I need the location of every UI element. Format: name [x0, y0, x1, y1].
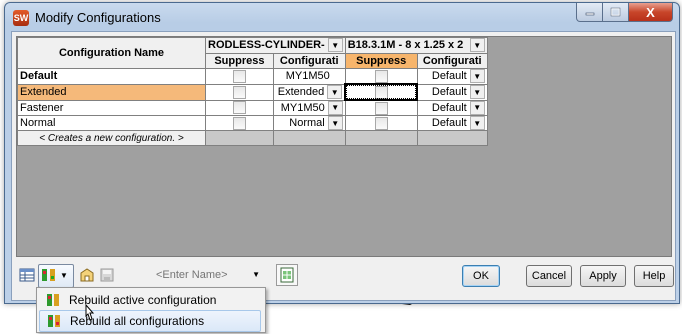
chevron-down-icon[interactable]: ▼	[327, 85, 343, 99]
config-name-cell[interactable]: Normal	[17, 115, 206, 131]
table-row[interactable]: Extended Extended ▼ Default ▼	[17, 83, 488, 101]
configuration-table: Configuration Name RODLESS-CYLINDER- ▼ B1…	[17, 37, 488, 146]
table-view-button[interactable]	[18, 266, 36, 284]
minimize-button[interactable]	[576, 3, 603, 22]
chevron-down-icon[interactable]: ▼	[327, 100, 343, 115]
empty-cell	[272, 130, 346, 146]
table-row-new[interactable]: < Creates a new configuration. >	[17, 130, 488, 146]
chevron-down-icon[interactable]: ▼	[469, 85, 485, 99]
window-title: Modify Configurations	[35, 10, 161, 25]
close-button[interactable]: X	[629, 3, 673, 22]
feature2-config-cell[interactable]: Default ▼	[416, 99, 488, 116]
checkbox[interactable]	[232, 85, 246, 99]
feature2-config-cell[interactable]: Default ▼	[416, 115, 488, 131]
solidworks-app-icon: SW	[13, 10, 29, 26]
chevron-down-icon[interactable]: ▼	[469, 69, 485, 84]
save-table-button[interactable]	[98, 266, 116, 284]
chevron-down-icon: ▼	[60, 270, 68, 280]
feature2-config-cell[interactable]: Default ▼	[416, 83, 488, 101]
properties-icon	[80, 268, 94, 282]
maximize-button[interactable]	[603, 3, 629, 22]
empty-cell	[416, 130, 488, 146]
bottom-toolbar: ▼ ▼ OK Cancel Apply Help	[16, 264, 674, 288]
configuration-table-area: Configuration Name RODLESS-CYLINDER- ▼ B1…	[16, 36, 672, 257]
ok-button[interactable]: OK	[462, 265, 500, 287]
checkbox[interactable]	[232, 69, 246, 83]
feature1-config-cell[interactable]: Normal ▼	[272, 115, 346, 131]
chevron-down-icon[interactable]: ▼	[252, 270, 260, 279]
create-configuration-cell[interactable]: < Creates a new configuration. >	[17, 130, 206, 146]
table-row[interactable]: Normal Normal ▼ Default ▼	[17, 115, 488, 131]
feature2-suppress-cell[interactable]	[344, 99, 418, 116]
configuration-properties-button[interactable]	[78, 266, 96, 284]
feature1-suppress-header: Suppress	[205, 52, 274, 69]
table-row[interactable]: Default MY1M50 Default ▼	[17, 68, 488, 85]
feature2-configuration-header: Configurati	[416, 52, 488, 69]
checkbox[interactable]	[232, 101, 246, 115]
feature2-suppress-header: Suppress	[344, 52, 418, 69]
checkbox[interactable]	[374, 69, 388, 83]
feature1-suppress-cell[interactable]	[205, 68, 274, 85]
feature2-suppress-cell[interactable]	[344, 115, 418, 131]
window-controls: X	[576, 3, 673, 22]
modify-configurations-dialog: SW Modify Configurations X Configuration…	[4, 2, 680, 304]
title-bar: SW Modify Configurations X	[5, 3, 679, 31]
maximize-icon	[610, 7, 621, 17]
help-button[interactable]: Help	[634, 265, 674, 287]
rebuild-active-icon	[45, 292, 61, 308]
rebuild-all-icon	[46, 313, 62, 329]
feature1-suppress-cell[interactable]	[205, 115, 274, 131]
table-view-icon	[19, 268, 35, 282]
save-icon	[100, 268, 114, 282]
config-name-cell[interactable]: Extended	[17, 83, 206, 101]
feature2-suppress-cell[interactable]	[344, 68, 418, 85]
rebuild-icon	[42, 269, 55, 281]
feature2-config-cell[interactable]: Default ▼	[416, 68, 488, 85]
rebuild-dropdown-menu: Rebuild active configuration Rebuild all…	[36, 287, 266, 333]
configuration-name-combo[interactable]: ▼	[152, 266, 264, 284]
checkbox[interactable]	[232, 116, 246, 130]
minimize-icon	[585, 12, 594, 16]
chevron-down-icon[interactable]: ▼	[327, 116, 343, 130]
feature1-configuration-header: Configurati	[272, 52, 346, 69]
feature1-suppress-cell[interactable]	[205, 83, 274, 101]
menu-item-rebuild-all[interactable]: Rebuild all configurations	[39, 310, 261, 332]
rebuild-button[interactable]	[40, 266, 58, 284]
close-icon: X	[646, 4, 655, 20]
feature2-header[interactable]: B18.3.1M - 8 x 1.25 x 2 ▼	[344, 37, 488, 54]
checkbox[interactable]	[374, 101, 388, 115]
config-name-cell[interactable]: Fastener	[17, 99, 206, 116]
config-name-cell[interactable]: Default	[17, 68, 206, 85]
configuration-name-input[interactable]	[152, 266, 255, 284]
dialog-client-area: Configuration Name RODLESS-CYLINDER- ▼ B1…	[11, 31, 676, 301]
chevron-down-icon[interactable]: ▼	[327, 38, 343, 53]
feature1-header[interactable]: RODLESS-CYLINDER- ▼	[205, 37, 346, 54]
cancel-button[interactable]: Cancel	[526, 265, 572, 287]
rebuild-dropdown-arrow[interactable]: ▼	[58, 266, 70, 284]
empty-cell	[344, 130, 418, 146]
chevron-down-icon[interactable]: ▼	[469, 116, 485, 130]
spreadsheet-icon	[280, 267, 294, 283]
feature2-suppress-cell[interactable]	[344, 83, 419, 101]
chevron-down-icon[interactable]: ▼	[469, 100, 485, 115]
checkbox[interactable]	[374, 116, 388, 130]
checkbox[interactable]	[374, 86, 388, 98]
menu-item-rebuild-active[interactable]: Rebuild active configuration	[39, 290, 261, 310]
feature1-config-cell[interactable]: MY1M50	[272, 68, 346, 85]
chevron-down-icon[interactable]: ▼	[469, 38, 485, 53]
mouse-pointer-icon	[85, 304, 95, 321]
table-row[interactable]: Fastener MY1M50 ▼ Default ▼	[17, 99, 488, 116]
empty-cell	[205, 130, 274, 146]
excel-table-button[interactable]	[276, 264, 298, 286]
apply-button[interactable]: Apply	[580, 265, 626, 287]
feature1-config-cell[interactable]: MY1M50 ▼	[272, 99, 346, 116]
config-name-header: Configuration Name	[17, 37, 206, 69]
feature1-config-cell[interactable]: Extended ▼	[272, 83, 346, 101]
feature1-suppress-cell[interactable]	[205, 99, 274, 116]
